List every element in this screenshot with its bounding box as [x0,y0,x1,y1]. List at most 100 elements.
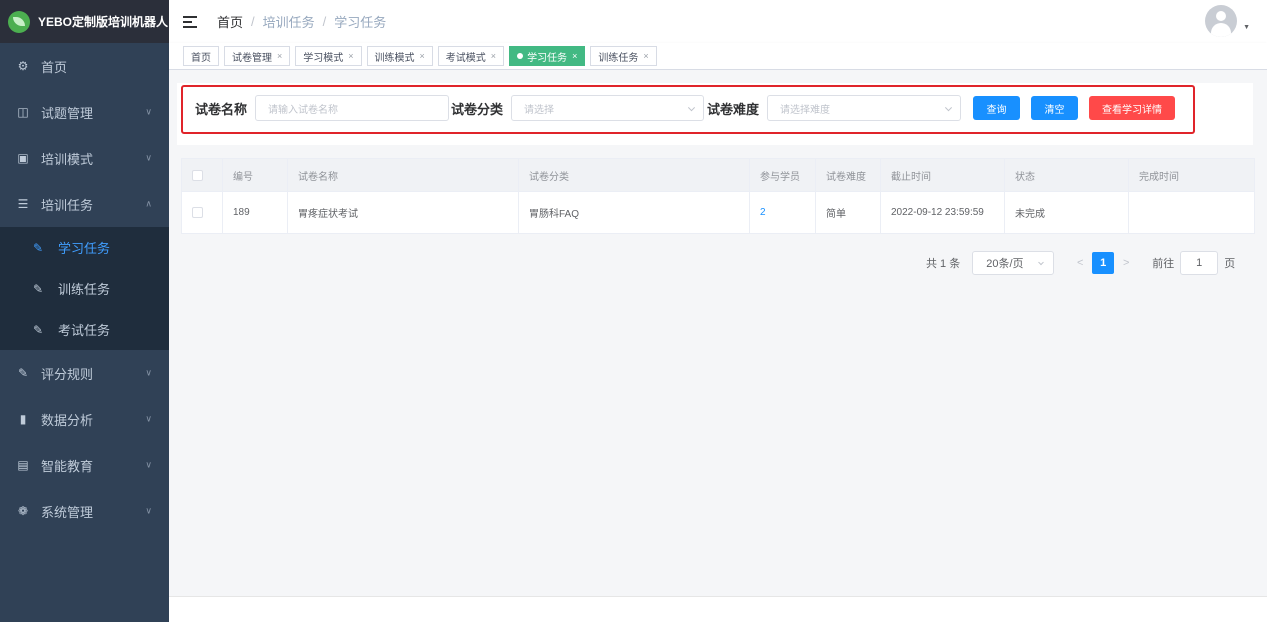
breadcrumb-training-task: 培训任务 [262,15,315,30]
header-paper-category: 试卷分类 [519,159,750,191]
header-completion-time: 完成时间 [1139,171,1179,183]
tag-practice-task[interactable]: 训练任务 × [590,46,657,66]
table-header: 编号 试卷名称 试卷分类 参与学员 试卷难度 截止时间 状态 完成时间 [182,159,1254,192]
view-study-details-button[interactable]: 查看学习详情 [1089,96,1175,120]
sidebar-item-label: 数据分析 [41,412,94,428]
close-icon[interactable]: × [348,51,353,61]
sidebar-item-training-task[interactable]: ☰ 培训任务 ∧ [0,181,169,227]
query-button[interactable]: 查询 [973,96,1020,120]
sidebar-item-smart-education[interactable]: ▤ 智能教育 ∨ [0,442,169,488]
select-all-cell [182,159,223,191]
gear-icon: ❁ [17,504,29,518]
sidebar-item-system-management[interactable]: ❁ 系统管理 ∨ [0,488,169,534]
monitor-icon: ▣ [17,151,29,165]
sidebar-item-label: 学习任务 [58,241,111,256]
app-title: YEBO定制版培训机器人 [38,15,169,29]
cell-paper-category: 胃肠科FAQ [519,192,750,233]
tag-practice-mode[interactable]: 训练模式 × [366,46,433,66]
close-icon[interactable]: × [420,51,425,61]
caret-down-icon[interactable]: ▼ [1243,24,1250,31]
sidebar-item-question-management[interactable]: ◫ 试题管理 ∨ [0,89,169,135]
chevron-down-icon: ∨ [145,413,152,424]
tag-study-mode[interactable]: 学习模式 × [295,46,362,66]
cell-difficulty: 简单 [816,192,881,233]
sidebar-item-scoring-rules[interactable]: ✎ 评分规则 ∨ [0,350,169,396]
paper-difficulty-select[interactable]: 请选择难度 [767,95,962,121]
breadcrumb-home[interactable]: 首页 [217,12,243,31]
paper-name-input[interactable]: 请输入试卷名称 [255,95,450,121]
page-size-select[interactable]: 20条/页 [972,251,1055,275]
cell-participants-link[interactable]: 2 [750,192,816,233]
tag-exam-mode[interactable]: 考试模式 × [437,46,505,66]
tag-paper-management[interactable]: 试卷管理 × [224,46,291,66]
row-select-cell [182,192,223,233]
goto-label: 前往 [1152,258,1175,270]
sidebar-item-label: 培训任务 [41,197,94,213]
close-icon[interactable]: × [643,51,648,61]
page-number-current[interactable]: 1 [1092,252,1115,274]
chevron-down-icon: ∨ [145,459,152,470]
breadcrumb: 首页 / 培训任务 / 学习任务 [217,12,386,31]
cell-status: 未完成 [1005,192,1129,233]
paper-category-select[interactable]: 请选择 [511,95,705,121]
select-all-checkbox[interactable] [192,169,203,181]
cell-deadline: 2022-09-12 23:59:59 [881,192,1005,233]
cell-paper-name: 胃疼症状考试 [288,192,519,233]
search-form: 试卷名称 请输入试卷名称 试卷分类 请选择 试卷难度 请选择难度 [195,95,962,121]
tag-label: 学习模式 [303,52,344,64]
active-dot-icon [517,53,524,59]
tag-label: 试卷管理 [232,52,272,64]
sidebar-item-data-analysis[interactable]: ▮ 数据分析 ∨ [0,396,169,442]
goto-page-input[interactable]: 1 [1180,251,1219,275]
sidebar-item-exam-task[interactable]: ✎ 考试任务 [0,309,169,350]
close-icon[interactable]: × [572,51,577,61]
tag-home[interactable]: 首页 [183,46,219,66]
header-status: 状态 [1005,159,1129,191]
prev-page-icon[interactable]: < [1068,257,1092,269]
table-row[interactable]: 189 胃疼症状考试 胃肠科FAQ 2 简单 2022-09-12 23:59:… [182,192,1254,233]
breadcrumb-separator: / [322,14,327,29]
sidebar-item-label: 培训模式 [41,151,94,167]
sidebar-item-practice-task[interactable]: ✎ 训练任务 [0,268,169,309]
next-page-icon[interactable]: > [1114,257,1138,269]
page-suffix: 页 [1224,258,1236,270]
tag-label: 学习任务 [527,52,568,64]
chevron-down-icon: ∨ [145,152,152,163]
sidebar-item-study-task[interactable]: ✎ 学习任务 [0,227,169,268]
chevron-up-icon: ∧ [145,198,152,209]
paper-difficulty-placeholder: 请选择难度 [780,104,831,116]
goto-page-value: 1 [1196,257,1203,269]
sidebar-item-label: 评分规则 [41,366,94,382]
header-id: 编号 [223,159,288,191]
logo-icon [8,10,30,33]
paper-name-placeholder: 请输入试卷名称 [268,104,339,116]
edit-icon: ✎ [17,366,29,380]
close-icon[interactable]: × [277,51,282,61]
paper-category-placeholder: 请选择 [524,104,555,116]
navbar: 首页 / 培训任务 / 学习任务 ▼ [169,0,1267,43]
training-task-submenu: ✎ 学习任务 ✎ 训练任务 ✎ 考试任务 [0,227,169,350]
row-checkbox[interactable] [192,207,203,218]
clear-button[interactable]: 清空 [1031,96,1078,120]
tag-study-task[interactable]: 学习任务 × [509,46,586,66]
sidebar-item-label: 首页 [41,59,68,75]
chevron-down-icon [945,104,953,112]
pagination: 共 1 条 20条/页 < 1 > 前往 1 页 [926,251,1235,275]
sidebar-item-home[interactable]: ⚙ 首页 [0,43,169,89]
breadcrumb-separator: / [251,14,255,29]
tag-label: 训练模式 [374,52,415,64]
breadcrumb-study-task: 学习任务 [334,15,387,30]
hamburger-icon[interactable] [183,15,197,28]
close-icon[interactable]: × [491,51,496,61]
sidebar-item-training-mode[interactable]: ▣ 培训模式 ∨ [0,135,169,181]
app-logo[interactable]: YEBO定制版培训机器人 [0,0,169,43]
edit-icon: ✎ [33,281,44,296]
chevron-down-icon [687,104,696,112]
cell-id: 189 [223,192,288,233]
avatar[interactable] [1205,5,1237,37]
sidebar-item-label: 系统管理 [41,504,94,520]
header-deadline: 截止时间 [881,159,1005,191]
header-paper-name: 试卷名称 [288,159,519,191]
chevron-down-icon: ∨ [145,505,152,516]
sidebar-item-label: 训练任务 [58,282,111,297]
